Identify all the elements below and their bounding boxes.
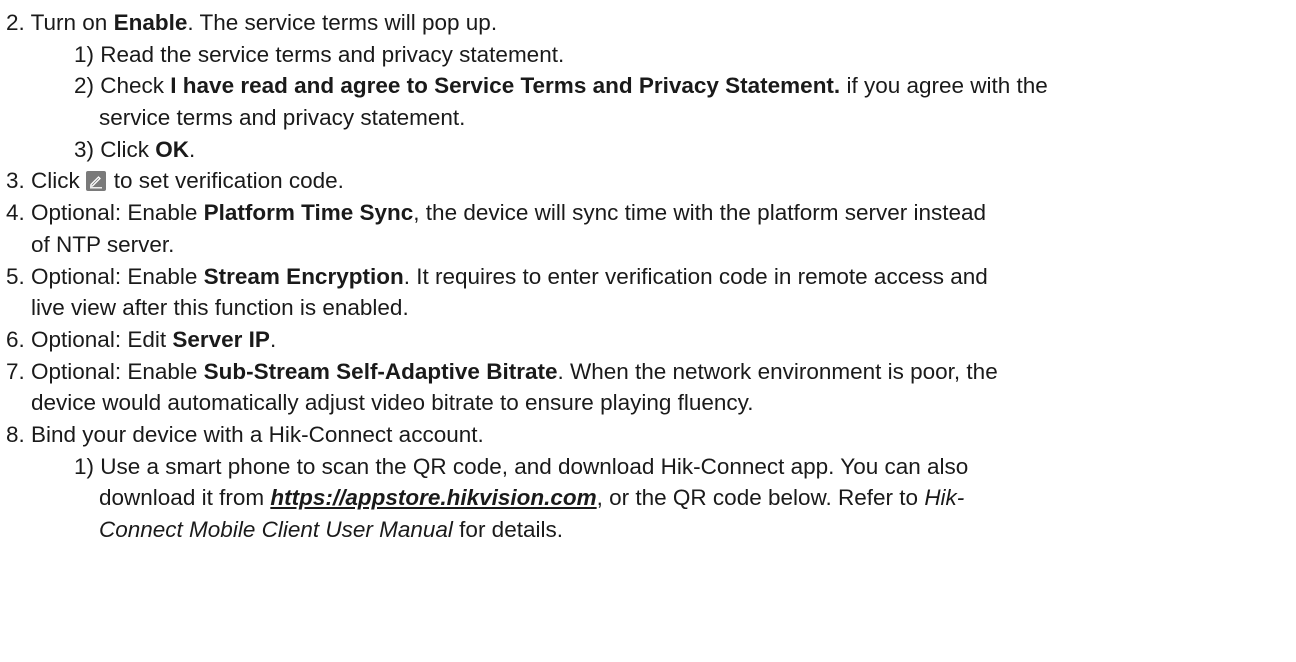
step-2-2: 2) Check I have read and agree to Servic… [74, 73, 1048, 99]
step-8-1-continued-2: Connect Mobile Client User Manual for de… [99, 517, 563, 542]
step-4: 4. Optional: Enable Platform Time Sync, … [6, 200, 987, 226]
ok-term: OK [155, 136, 190, 162]
step-3: 3. Click to set verification code. [6, 168, 344, 194]
step-6: 6. Optional: Edit Server IP. [6, 326, 277, 352]
step-8: 8. Bind your device with a Hik-Connect a… [6, 421, 484, 447]
step-5: 5. Optional: Enable Stream Encryption. I… [6, 263, 988, 289]
sub-stream-term: Sub-Stream Self-Adaptive Bitrate [203, 358, 558, 384]
appstore-link[interactable]: https://appstore.hikvision.com [270, 485, 596, 510]
platform-time-sync-term: Platform Time Sync [203, 200, 414, 226]
server-ip-term: Server IP [172, 326, 270, 352]
step-7-continued: device would automatically adjust video … [31, 390, 754, 416]
step-2-3: 3) Click OK. [74, 136, 196, 162]
enable-term: Enable [113, 10, 188, 35]
step-8-1-continued: download it from https://appstore.hikvis… [99, 485, 965, 511]
step-2-2-continued: service terms and privacy statement. [99, 105, 466, 131]
agree-term: I have read and agree to Service Terms a… [170, 73, 841, 99]
manual-title-part-1: Hik- [924, 485, 965, 511]
stream-encryption-term: Stream Encryption [203, 263, 404, 289]
step-2: 2. Turn on Enable. The service terms wil… [6, 10, 498, 35]
step-4-continued: of NTP server. [31, 231, 175, 257]
step-8-1: 1) Use a smart phone to scan the QR code… [74, 453, 969, 479]
edit-icon [85, 171, 106, 192]
manual-title-part-2: Connect Mobile Client User Manual [99, 517, 453, 542]
instruction-page: 2. Turn on Enable. The service terms wil… [0, 0, 1296, 546]
step-5-continued: live view after this function is enabled… [31, 295, 409, 321]
step-7: 7. Optional: Enable Sub-Stream Self-Adap… [6, 358, 998, 384]
step-2-1: 1) Read the service terms and privacy st… [74, 41, 565, 67]
